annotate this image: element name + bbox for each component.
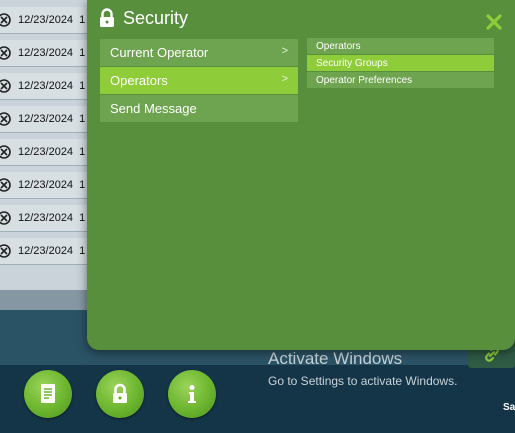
panel-header: Security	[87, 0, 515, 36]
submenu-item-security-groups[interactable]: Security Groups	[307, 55, 494, 71]
security-button[interactable]	[96, 370, 144, 418]
cancel-circle-icon[interactable]	[0, 79, 11, 93]
reports-button[interactable]	[24, 370, 72, 418]
row-time: 1	[79, 212, 86, 224]
menu-item-label: Operators	[110, 73, 168, 88]
row-date: 12/23/2024	[18, 113, 74, 125]
row-time: 1	[79, 146, 86, 158]
row-date: 12/23/2024	[18, 80, 74, 92]
lock-icon	[100, 8, 114, 27]
submenu-item-label: Operator Preferences	[316, 74, 413, 86]
submenu-item-operators[interactable]: Operators	[307, 38, 494, 54]
row-time: 1	[79, 80, 86, 92]
cancel-circle-icon[interactable]	[0, 145, 11, 159]
row-date: 12/23/2024	[18, 245, 74, 257]
lock-icon	[113, 383, 127, 403]
cancel-circle-icon[interactable]	[0, 13, 11, 27]
activation-watermark-subtitle: Go to Settings to activate Windows.	[268, 374, 458, 388]
cancel-circle-icon[interactable]	[0, 244, 11, 258]
submenu-item-label: Operators	[316, 40, 361, 52]
truncated-label: Sa	[503, 402, 515, 413]
cancel-circle-icon[interactable]	[0, 211, 11, 225]
cancel-circle-icon[interactable]	[0, 112, 11, 126]
menu-item-label: Current Operator	[110, 45, 209, 60]
security-menu: Current Operator > Operators > Send Mess…	[100, 39, 298, 123]
row-time: 1	[79, 113, 86, 125]
row-time: 1	[79, 245, 86, 257]
row-date: 12/23/2024	[18, 212, 74, 224]
chevron-right-icon: >	[281, 45, 288, 57]
chevron-right-icon: >	[281, 73, 288, 85]
row-date: 12/23/2024	[18, 14, 74, 26]
menu-item-send-message[interactable]: Send Message	[100, 95, 298, 122]
info-button[interactable]	[168, 370, 216, 418]
row-time: 1	[79, 179, 86, 191]
row-time: 1	[79, 47, 86, 59]
menu-item-current-operator[interactable]: Current Operator >	[100, 39, 298, 66]
info-icon	[188, 385, 196, 403]
menu-item-operators[interactable]: Operators >	[100, 67, 298, 94]
operators-submenu: Operators Security Groups Operator Prefe…	[307, 38, 494, 89]
row-date: 12/23/2024	[18, 179, 74, 191]
cancel-circle-icon[interactable]	[0, 46, 11, 60]
submenu-item-label: Security Groups	[316, 57, 388, 69]
panel-title: Security	[123, 8, 189, 28]
document-icon	[41, 384, 55, 403]
close-icon[interactable]	[486, 14, 502, 30]
security-panel: Security Current Operator > Operators > …	[87, 0, 515, 350]
row-date: 12/23/2024	[18, 146, 74, 158]
cancel-circle-icon[interactable]	[0, 178, 11, 192]
row-date: 12/23/2024	[18, 47, 74, 59]
menu-item-label: Send Message	[110, 101, 197, 116]
activation-watermark-title: Activate Windows	[268, 349, 403, 368]
submenu-item-operator-preferences[interactable]: Operator Preferences	[307, 72, 494, 88]
row-time: 1	[79, 14, 86, 26]
